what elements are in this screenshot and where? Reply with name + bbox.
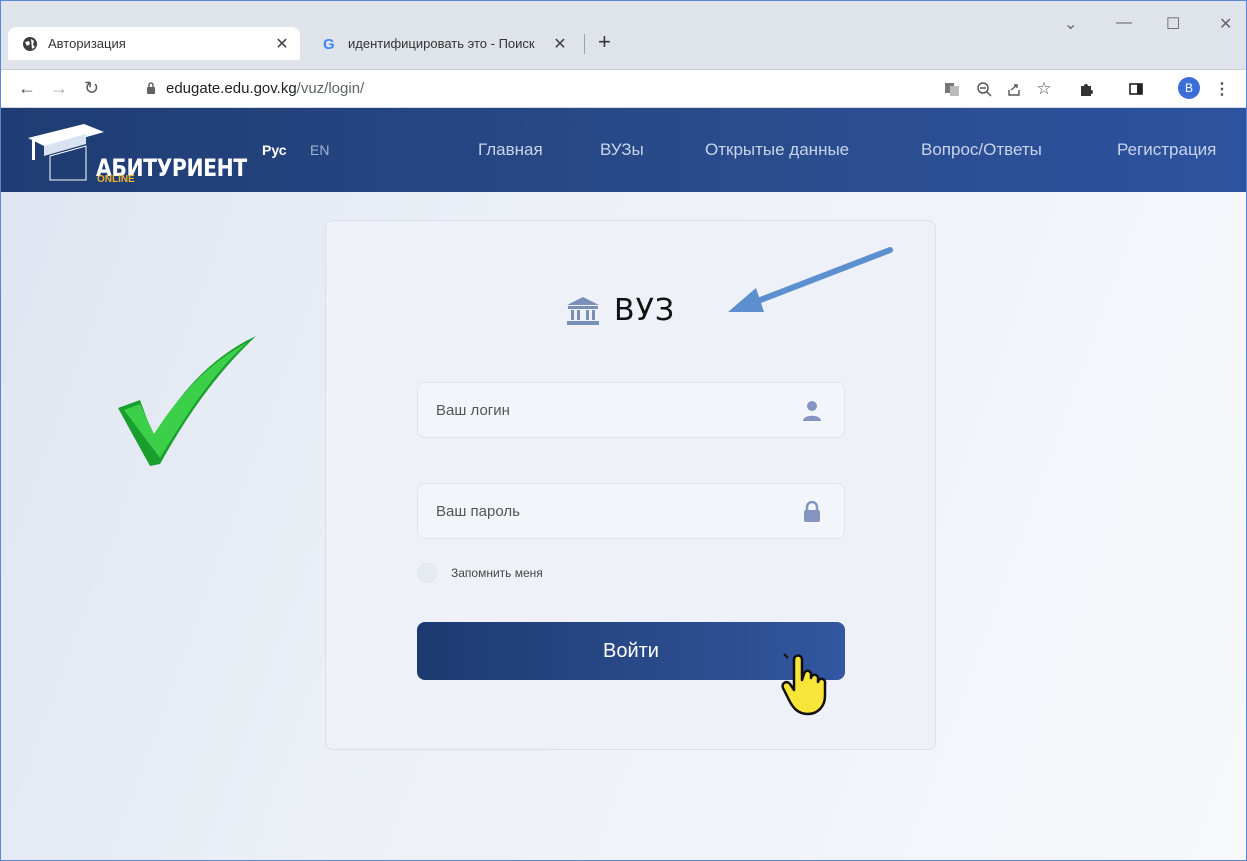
tab-divider — [584, 34, 585, 54]
translate-icon[interactable] — [942, 79, 962, 99]
login-field — [417, 382, 845, 438]
tab-authorization[interactable]: Авторизация ✕ — [8, 27, 300, 60]
forward-icon[interactable]: → — [50, 78, 68, 99]
back-icon[interactable]: ← — [18, 78, 36, 99]
lang-en[interactable]: EN — [310, 142, 329, 158]
share-icon[interactable] — [1004, 79, 1024, 99]
svg-text:G: G — [323, 36, 335, 52]
tab-google-search[interactable]: G идентифицировать это - Поиск ✕ — [308, 27, 578, 60]
remember-me: Запомнить меня — [417, 563, 543, 583]
minimize-icon[interactable]: — — [1116, 14, 1132, 32]
logo-subtitle: ONLINE — [97, 174, 135, 185]
close-icon[interactable]: ✕ — [550, 34, 570, 54]
nav-universities[interactable]: ВУЗы — [600, 140, 644, 160]
login-input[interactable] — [436, 401, 776, 419]
login-submit-button[interactable]: Войти — [417, 622, 845, 680]
google-icon: G — [322, 36, 338, 52]
globe-icon — [22, 36, 38, 52]
reload-icon[interactable]: ↻ — [84, 78, 99, 99]
bookmark-star-icon[interactable]: ☆ — [1034, 79, 1054, 99]
new-tab-icon[interactable]: + — [598, 31, 611, 53]
url-host: edugate.edu.gov.kg — [166, 79, 297, 97]
user-icon — [803, 401, 821, 421]
tab-search-chevron-icon[interactable]: ⌄ — [1064, 14, 1077, 34]
nav-faq[interactable]: Вопрос/Ответы — [921, 140, 1042, 160]
window-close-icon[interactable]: ✕ — [1219, 14, 1232, 34]
menu-kebab-icon[interactable]: ⋮ — [1212, 79, 1232, 99]
login-heading: ВУЗ — [566, 293, 675, 328]
nav-registration[interactable]: Регистрация — [1117, 140, 1216, 160]
extensions-icon[interactable] — [1076, 79, 1096, 99]
side-panel-icon[interactable] — [1126, 79, 1146, 99]
heading-text: ВУЗ — [614, 293, 676, 328]
graduation-cap-icon — [28, 124, 104, 181]
nav-open-data[interactable]: Открытые данные — [705, 140, 849, 160]
tab-title: идентифицировать это - Поиск — [348, 36, 535, 51]
zoom-icon[interactable] — [974, 79, 994, 99]
password-field — [417, 483, 845, 539]
lock-icon — [147, 82, 155, 94]
site-header: АБИТУРИЕНТ ONLINE 2022 Рус EN Главная ВУ… — [0, 108, 1247, 192]
address-bar[interactable]: edugate.edu.gov.kg/vuz/login/ — [130, 74, 910, 102]
profile-avatar[interactable]: B — [1178, 77, 1200, 99]
url-path: /vuz/login/ — [296, 79, 365, 97]
maximize-icon[interactable]: ☐ — [1166, 14, 1180, 34]
password-input[interactable] — [436, 502, 776, 520]
university-building-icon — [567, 296, 599, 325]
tab-title: Авторизация — [48, 36, 126, 51]
close-icon[interactable]: ✕ — [272, 34, 292, 54]
browser-toolbar: ← → ↻ edugate.edu.gov.kg/vuz/login/ ☆ ⋮ — [0, 70, 1247, 108]
remember-me-checkbox[interactable] — [417, 563, 437, 583]
nav-home[interactable]: Главная — [478, 140, 543, 160]
site-logo[interactable]: АБИТУРИЕНТ ONLINE 2022 — [26, 118, 247, 185]
remember-me-label: Запомнить меня — [451, 566, 543, 580]
lang-ru[interactable]: Рус — [262, 142, 287, 158]
padlock-icon — [804, 501, 820, 522]
browser-tab-strip: Авторизация ✕ G идентифицировать это - П… — [0, 0, 1247, 70]
